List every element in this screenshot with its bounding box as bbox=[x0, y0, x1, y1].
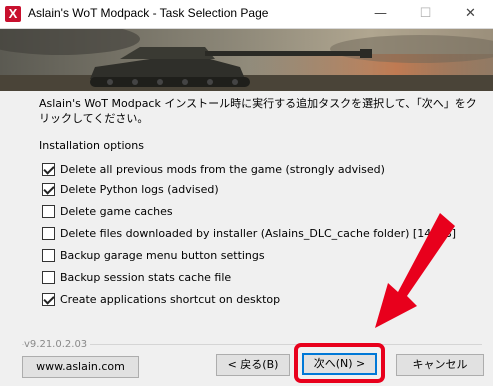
next-button-highlight bbox=[294, 343, 385, 383]
window-title: Aslain's WoT Modpack - Task Selection Pa… bbox=[28, 6, 269, 20]
checkbox[interactable] bbox=[42, 293, 55, 306]
checkbox[interactable] bbox=[42, 205, 55, 218]
version-label: v9.21.0.2.03 bbox=[24, 339, 91, 350]
tank-banner-image bbox=[0, 29, 493, 91]
option-label: Delete all previous mods from the game (… bbox=[60, 163, 385, 176]
option-delete-dlc-cache[interactable]: Delete files downloaded by installer (As… bbox=[42, 226, 456, 241]
footer-divider bbox=[22, 344, 482, 345]
close-button[interactable]: ✕ bbox=[448, 0, 493, 28]
app-icon: X bbox=[5, 6, 21, 22]
checkbox[interactable] bbox=[42, 183, 55, 196]
maximize-button[interactable]: ☐ bbox=[403, 0, 448, 28]
option-backup-garage-settings[interactable]: Backup garage menu button settings bbox=[42, 248, 265, 263]
instruction-text: Aslain's WoT Modpack インストール時に実行する追加タスクを選… bbox=[39, 97, 477, 125]
option-label: Backup session stats cache file bbox=[60, 271, 232, 284]
option-delete-previous-mods[interactable]: Delete all previous mods from the game (… bbox=[42, 162, 385, 177]
website-button[interactable]: www.aslain.com bbox=[22, 356, 139, 378]
cancel-button[interactable]: キャンセル bbox=[396, 354, 484, 376]
option-label: Delete files downloaded by installer (As… bbox=[60, 227, 457, 240]
option-label: Create applications shortcut on desktop bbox=[60, 293, 281, 306]
checkbox[interactable] bbox=[42, 271, 55, 284]
checkbox[interactable] bbox=[42, 227, 55, 240]
minimize-button[interactable]: — bbox=[358, 0, 403, 28]
title-bar: X Aslain's WoT Modpack - Task Selection … bbox=[0, 0, 493, 29]
checkbox[interactable] bbox=[42, 163, 55, 176]
option-label: Backup garage menu button settings bbox=[60, 249, 265, 262]
checkbox[interactable] bbox=[42, 249, 55, 262]
installation-options-label: Installation options bbox=[39, 139, 144, 152]
task-selection-panel: Aslain's WoT Modpack インストール時に実行する追加タスクを選… bbox=[0, 91, 493, 341]
option-create-desktop-shortcut[interactable]: Create applications shortcut on desktop bbox=[42, 292, 280, 307]
option-backup-session-stats[interactable]: Backup session stats cache file bbox=[42, 270, 231, 285]
back-button[interactable]: < 戻る(B) bbox=[216, 354, 290, 376]
option-label: Delete Python logs (advised) bbox=[60, 183, 219, 196]
option-delete-python-logs[interactable]: Delete Python logs (advised) bbox=[42, 182, 219, 197]
option-label: Delete game caches bbox=[60, 205, 173, 218]
option-delete-game-caches[interactable]: Delete game caches bbox=[42, 204, 173, 219]
